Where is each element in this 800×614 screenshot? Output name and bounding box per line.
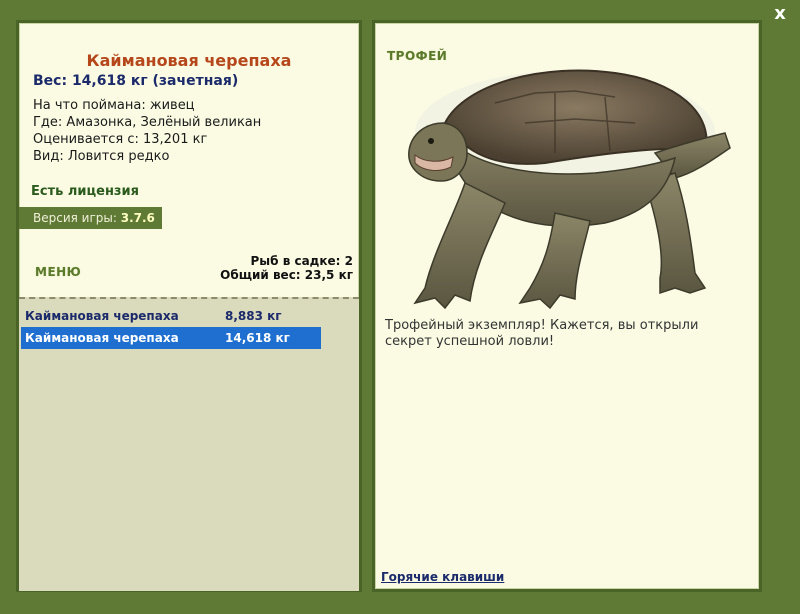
keepnet-summary: Рыб в садке: 2 Общий вес: 23,5 кг: [220, 254, 353, 282]
rated-from-info: Оценивается с: 13,201 кг: [33, 132, 208, 147]
fish-weight: Вес: 14,618 кг (зачетная): [33, 73, 239, 89]
version-label: Версия игры:: [33, 211, 117, 225]
hotkeys-link[interactable]: Горячие клавиши: [381, 570, 504, 584]
game-version: Версия игры: 3.7.6: [19, 207, 162, 229]
keepnet-total-weight: Общий вес: 23,5 кг: [220, 268, 353, 282]
license-status: Есть лицензия: [31, 184, 139, 199]
catch-list-row-selected[interactable]: Каймановая черепаха 14,618 кг: [21, 327, 321, 349]
catch-name: Каймановая черепаха: [25, 309, 179, 323]
location-info: Где: Амазонка, Зелёный великан: [33, 115, 262, 130]
catch-name: Каймановая черепаха: [25, 331, 179, 345]
catch-list-row[interactable]: Каймановая черепаха 8,883 кг: [21, 305, 321, 327]
trophy-message: Трофейный экземпляр! Кажется, вы открыли…: [385, 318, 699, 349]
trophy-label: ТРОФЕЙ: [387, 49, 448, 63]
version-value: 3.7.6: [120, 211, 155, 225]
catch-weight: 14,618 кг: [225, 331, 290, 345]
snapping-turtle-image: [408, 69, 731, 310]
catch-list: Каймановая черепаха 8,883 кг Каймановая …: [19, 297, 359, 591]
fish-name: Каймановая черепаха: [86, 51, 292, 70]
bait-info: На что поймана: живец: [33, 98, 195, 113]
catch-weight: 8,883 кг: [225, 309, 282, 323]
catch-info-panel: Каймановая черепаха Вес: 14,618 кг (заче…: [16, 20, 362, 592]
close-button[interactable]: x: [770, 4, 790, 24]
species-info: Вид: Ловится редко: [33, 149, 170, 164]
keepnet-count: Рыб в садке: 2: [250, 254, 354, 268]
menu-button[interactable]: МЕНЮ: [35, 265, 81, 279]
trophy-panel: ТРОФЕЙ Трофейный экземпляр! Кажется, вы …: [372, 20, 762, 592]
